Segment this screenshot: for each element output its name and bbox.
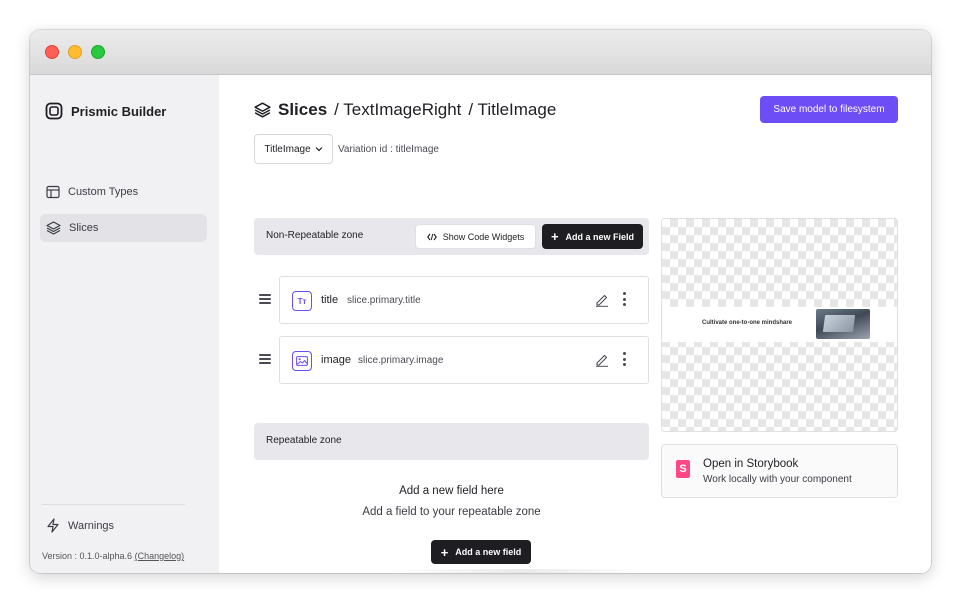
repeatable-zone-header: Repeatable zone [254,423,649,460]
show-code-widgets-button[interactable]: Show Code Widgets [415,224,536,249]
layers-icon [46,221,61,235]
slice-preview: Cultivate one-to-one mindshare [661,218,898,432]
sidebar-item-label: Custom Types [68,186,139,198]
rich-text-icon: Tт [292,291,312,311]
page-title: Slices / TextImageRight / TitleImage [254,100,556,120]
preview-text: Cultivate one-to-one mindshare [702,320,793,326]
close-window-button[interactable] [45,45,59,59]
page-title-text: Slices [278,100,328,119]
non-repeatable-zone-header: Non-Repeatable zone Show Code Widgets + … [254,218,649,255]
empty-state-subtitle: Add a field to your repeatable zone [362,506,541,518]
warnings-link[interactable]: Warnings [46,518,114,533]
add-repeatable-field-button[interactable]: + Add a new field [431,540,531,564]
brand[interactable]: Prismic Builder [45,102,166,120]
zone-label: Repeatable zone [266,435,342,446]
open-in-storybook-card[interactable]: S Open in Storybook Work locally with yo… [661,444,898,498]
field-card-title[interactable]: Tт title slice.primary.title [279,276,649,324]
scroll-shadow [394,569,644,573]
main-content: Slices / TextImageRight / TitleImage Sav… [219,75,931,573]
field-name: image [321,354,351,366]
version-info: Version : 0.1.0-alpha.6 (Changelog) [42,551,184,561]
add-field-label: Add a new Field [565,231,635,242]
layout-icon [46,185,60,199]
drag-handle-icon[interactable] [259,354,271,364]
breadcrumb-slice[interactable]: / TextImageRight [334,100,461,120]
more-options-icon[interactable] [621,352,627,366]
app-window: Prismic Builder Custom Types Slices Warn… [30,30,931,573]
field-name: title [321,294,339,306]
zoom-window-button[interactable] [91,45,105,59]
changelog-link[interactable]: (Changelog) [135,551,185,561]
plus-icon: + [440,544,449,560]
variation-id: Variation id : titleImage [338,144,439,155]
chevron-down-icon [315,147,323,152]
more-options-icon[interactable] [621,292,627,306]
add-field-label: Add a new field [455,547,522,557]
plus-icon: + [550,229,559,244]
field-api-id: slice.primary.title [347,295,421,306]
version-text: Version : 0.1.0-alpha.6 [42,551,133,561]
empty-state-title: Add a new field here [399,485,504,497]
breadcrumb-variation: / TitleImage [468,100,557,119]
prismic-logo-icon [45,102,63,120]
preview-screenshot: Cultivate one-to-one mindshare [662,307,897,342]
sidebar-item-custom-types[interactable]: Custom Types [40,178,207,206]
brand-name: Prismic Builder [71,103,167,119]
field-card-image[interactable]: image slice.primary.image [279,336,649,384]
sidebar-divider [42,504,185,505]
save-model-button[interactable]: Save model to filesystem [760,96,898,123]
image-icon [292,351,312,371]
zone-label: Non-Repeatable zone [266,230,364,241]
titlebar [30,30,931,75]
add-field-button[interactable]: + Add a new Field [542,224,643,249]
code-icon [426,233,437,240]
drag-handle-icon[interactable] [259,294,271,304]
sidebar-item-slices[interactable]: Slices [40,214,207,242]
storybook-icon: S [676,460,690,478]
pencil-icon[interactable] [595,293,609,307]
sidebar-item-label: Slices [69,222,99,234]
sidebar: Prismic Builder Custom Types Slices Warn… [30,75,219,573]
show-code-widgets-label: Show Code Widgets [442,231,525,242]
variation-select[interactable]: TitleImage [254,134,333,164]
storybook-title: Open in Storybook [703,458,799,470]
minimize-window-button[interactable] [68,45,82,59]
warnings-label: Warnings [68,519,115,532]
storybook-subtitle: Work locally with your component [703,474,852,485]
variation-select-value: TitleImage [264,143,311,155]
layers-icon [254,102,271,118]
preview-laptop-image [816,309,870,339]
pencil-icon[interactable] [595,353,609,367]
lightning-icon [47,518,59,533]
field-api-id: slice.primary.image [358,355,444,366]
